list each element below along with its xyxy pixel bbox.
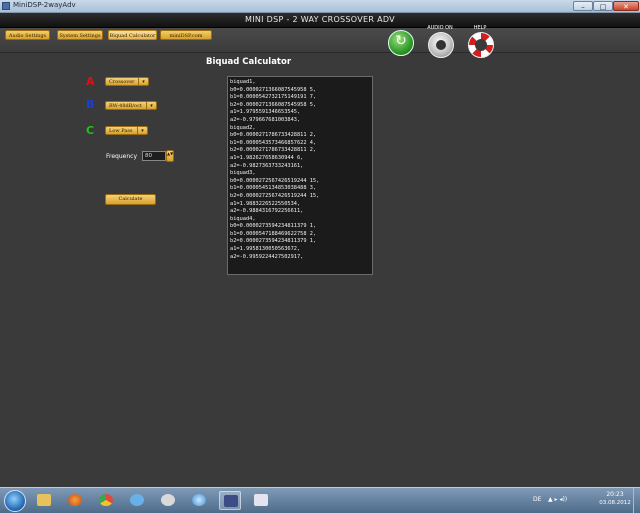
output-line: b1=0.0000547188469622758 2, [230, 230, 317, 237]
output-line: biquad1, [230, 79, 256, 85]
output-line: a2=-0.9827363733243161, [230, 162, 304, 169]
output-line: a2=-0.9959224427502917, [230, 253, 304, 260]
clock-time[interactable]: 20:23 [600, 491, 630, 498]
output-line: b2=0.0000273594234811379 1, [230, 238, 317, 245]
help-lifebuoy-center [475, 39, 487, 51]
filter-type-dropdown[interactable]: BW-48dB/oct ▾ [105, 101, 157, 110]
output-line: a1=1.9958130050563672, [230, 246, 301, 253]
output-line: b2=0.0000272567426519244 15, [230, 192, 320, 199]
help-label: HELP [473, 25, 487, 31]
output-line: a2=-0.9884316792256611, [230, 208, 304, 215]
chevron-down-icon: ▾ [146, 102, 156, 109]
output-line: b1=0.0000542732175149191 7, [230, 94, 317, 101]
chevron-down-icon: ▾ [137, 127, 147, 134]
explorer-taskbar-icon[interactable] [33, 491, 55, 510]
minidsp-taskbar-icon[interactable] [219, 491, 241, 510]
output-line: biquad3, [230, 170, 256, 177]
output-line: a1=1.9795591346653545, [230, 109, 301, 116]
section-letter-c: C [86, 124, 95, 137]
taskbar: DE ▲ ▸ ◂)) 20:23 03.08.2012 [0, 487, 640, 513]
close-button[interactable]: ✕ [613, 1, 639, 11]
tab-biquad-calculator[interactable]: Biquad Calculator [108, 30, 157, 40]
output-line: b0=0.0000272567426519244 15, [230, 177, 320, 184]
window-title-bar: MiniDSP-2wayAdv – □ ✕ [0, 0, 640, 13]
app-icon [2, 2, 10, 10]
chrome-icon [99, 494, 113, 506]
output-line: a2=-0.979667681003843, [230, 116, 301, 123]
filter-type-value: BW-48dB/oct [109, 103, 142, 109]
app-title: MINI DSP - 2 WAY CROSSOVER ADV [245, 15, 395, 24]
help-lifebuoy-icon[interactable] [468, 32, 494, 58]
audio-on-center [436, 40, 446, 50]
chrome-taskbar-icon[interactable] [95, 491, 117, 510]
system-tray-icons[interactable]: ▲ ▸ ◂)) [548, 496, 567, 503]
music-icon [192, 494, 206, 506]
frequency-input[interactable]: 80 [142, 151, 166, 161]
tab-audio-settings[interactable]: Audio Settings [5, 30, 50, 40]
frequency-label: Frequency [106, 153, 137, 160]
pass-type-value: Low Pass [109, 128, 133, 134]
audio-on-label: AUDIO ON [427, 25, 453, 31]
section-letter-a: A [86, 75, 95, 88]
refresh-glyph: ↻ [395, 33, 407, 49]
monitor-taskbar-icon[interactable] [250, 491, 272, 510]
refresh-icon[interactable]: ↻ [388, 30, 414, 56]
monitor-icon [254, 494, 268, 506]
output-line: b1=0.0000545134853038488 3, [230, 185, 317, 192]
tab-minidsp-link[interactable]: miniDSP.com [160, 30, 212, 40]
page-title: Biquad Calculator [206, 57, 292, 67]
output-line: a1=1.9883226522550534, [230, 200, 301, 207]
firefox-taskbar-icon[interactable] [64, 491, 86, 510]
output-line: b2=0.0000271366087545958 5, [230, 101, 317, 108]
output-line: biquad2, [230, 124, 256, 131]
toolbar: Audio Settings System Settings Biquad Ca… [0, 28, 640, 53]
language-indicator[interactable]: DE [533, 496, 541, 503]
output-line: b2=0.0000271786733428811 2, [230, 147, 317, 154]
firefox-icon [68, 494, 82, 506]
folder-icon [37, 494, 51, 506]
output-line: biquad4, [230, 215, 256, 222]
itunes-taskbar-icon[interactable] [188, 491, 210, 510]
show-desktop-button[interactable] [633, 488, 640, 513]
output-line: b0=0.0000271786733428811 2, [230, 132, 317, 139]
pass-type-dropdown[interactable]: Low Pass ▾ [105, 126, 148, 135]
minidsp-icon [224, 495, 238, 507]
output-line: b0=0.0000271366087545958 5, [230, 86, 317, 93]
clock-date[interactable]: 03.08.2012 [597, 500, 633, 506]
window-title: MiniDSP-2wayAdv [13, 1, 76, 9]
gear-taskbar-icon[interactable] [157, 491, 179, 510]
output-line: b1=0.0000543573466857622 4, [230, 139, 317, 146]
bird-icon [130, 494, 144, 506]
filter-mode-dropdown[interactable]: Crossover ▾ [105, 77, 149, 86]
filter-mode-value: Crossover [109, 79, 135, 85]
tab-system-settings[interactable]: System Settings [57, 30, 103, 40]
chevron-down-icon: ▾ [138, 78, 148, 85]
output-line: b0=0.0000273594234811379 1, [230, 223, 317, 230]
calculate-button[interactable]: Calculate [105, 194, 156, 205]
bird-taskbar-icon[interactable] [126, 491, 148, 510]
output-line: a1=1.982627658630944 6, [230, 154, 304, 161]
gear-icon [161, 494, 175, 506]
app-header: MINI DSP - 2 WAY CROSSOVER ADV [0, 13, 640, 28]
maximize-button[interactable]: □ [593, 1, 613, 11]
minimize-button[interactable]: – [573, 1, 593, 11]
audio-on-icon[interactable] [428, 32, 454, 58]
section-letter-b: B [86, 98, 95, 111]
start-button[interactable] [4, 490, 26, 512]
frequency-stepper[interactable]: ▲▼ [166, 150, 174, 162]
biquad-output-textarea[interactable]: biquad1, b0=0.0000271366087545958 5, b1=0.… [227, 76, 373, 275]
